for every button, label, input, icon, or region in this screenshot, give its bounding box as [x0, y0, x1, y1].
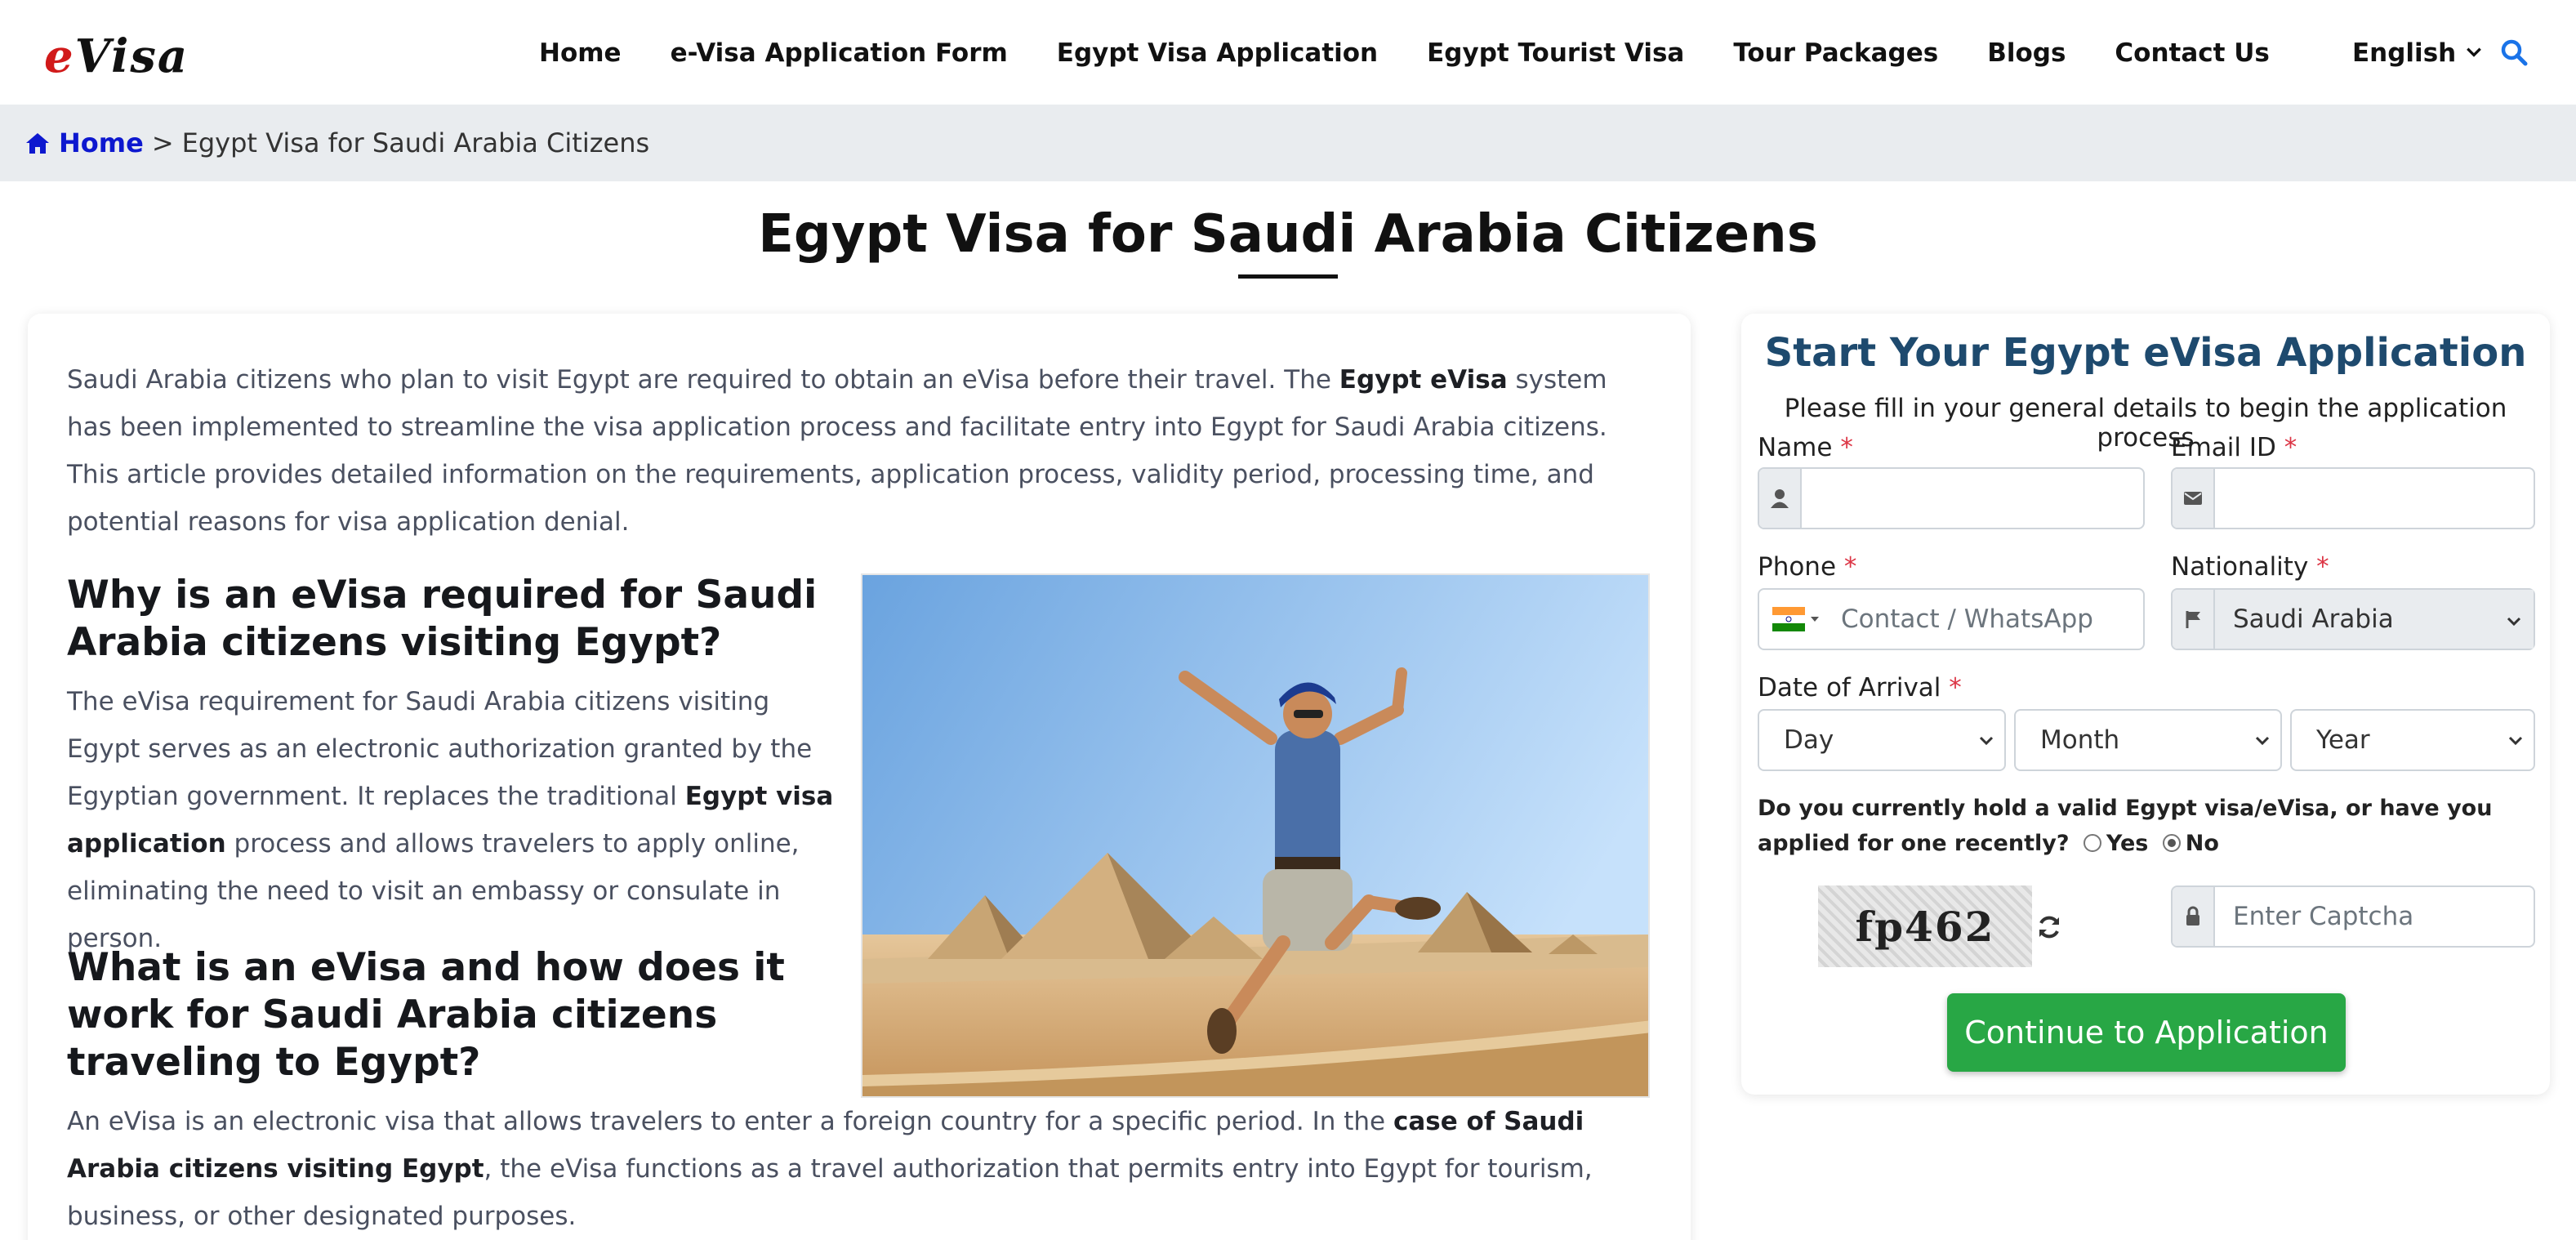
arrival-label: Date of Arrival *: [1758, 673, 1962, 703]
search-icon[interactable]: [2499, 38, 2529, 67]
chevron-down-icon: [2508, 736, 2523, 746]
breadcrumb-home[interactable]: Home: [25, 127, 144, 158]
chevron-down-icon: [2255, 736, 2270, 746]
nav-home[interactable]: Home: [515, 33, 646, 74]
phone-placeholder: Contact / WhatsApp: [1841, 604, 2093, 634]
existing-visa-question: Do you currently hold a valid Egypt visa…: [1758, 796, 2493, 856]
article-card: Saudi Arabia citizens who plan to visit …: [28, 314, 1691, 1240]
nationality-label: Nationality *: [2171, 552, 2329, 582]
name-label: Name *: [1758, 433, 1853, 462]
chevron-down-icon[interactable]: [2465, 42, 2483, 60]
captcha-placeholder: Enter Captcha: [2233, 902, 2414, 931]
breadcrumb: Home > Egypt Visa for Saudi Arabia Citiz…: [0, 105, 2576, 181]
caret-down-icon: [1811, 617, 1819, 622]
captcha-image: fp462: [1818, 885, 2032, 967]
main-nav: Home e-Visa Application Form Egypt Visa …: [515, 33, 2294, 74]
lock-icon: [2173, 887, 2215, 946]
nav-visa-application[interactable]: Egypt Visa Application: [1032, 33, 1402, 74]
radio-no-label[interactable]: No: [2186, 831, 2219, 856]
envelope-icon: [2173, 469, 2215, 528]
country-code-selector[interactable]: [1759, 590, 1833, 649]
page-title: Egypt Visa for Saudi Arabia Citizens: [758, 204, 1818, 265]
top-navbar: eVisa Home e-Visa Application Form Egypt…: [0, 0, 2576, 105]
captcha-input[interactable]: Enter Captcha: [2171, 885, 2535, 948]
phone-field[interactable]: Contact / WhatsApp: [1758, 588, 2145, 650]
name-field[interactable]: [1758, 467, 2145, 529]
home-icon: [26, 133, 49, 154]
radio-yes-label[interactable]: Yes: [2106, 831, 2148, 856]
nationality-value: Saudi Arabia: [2215, 590, 2534, 649]
site-logo[interactable]: eVisa: [44, 29, 187, 83]
nav-blogs[interactable]: Blogs: [1963, 33, 2090, 74]
breadcrumb-current: Egypt Visa for Saudi Arabia Citizens: [181, 127, 650, 158]
form-title: Start Your Egypt eVisa Application: [1764, 330, 2527, 376]
flag-icon: [2173, 590, 2215, 649]
heading-why-evisa: Why is an eVisa required for Saudi Arabi…: [67, 573, 818, 665]
breadcrumb-separator: >: [151, 127, 174, 158]
continue-button[interactable]: Continue to Application: [1947, 993, 2346, 1072]
what-is-evisa-paragraph: An eVisa is an electronic visa that allo…: [67, 1107, 1593, 1231]
chevron-down-icon: [2507, 617, 2521, 627]
language-selector[interactable]: English: [2352, 33, 2456, 74]
nav-evisa-form[interactable]: e-Visa Application Form: [646, 33, 1032, 74]
nav-contact[interactable]: Contact Us: [2090, 33, 2293, 74]
nationality-select[interactable]: Saudi Arabia: [2171, 588, 2535, 650]
nav-tour-packages[interactable]: Tour Packages: [1709, 33, 1963, 74]
arrival-month-select[interactable]: Month: [2014, 709, 2282, 771]
arrival-year-select[interactable]: Year: [2290, 709, 2535, 771]
nav-tourist-visa[interactable]: Egypt Tourist Visa: [1402, 33, 1709, 74]
why-evisa-paragraph: The eVisa requirement for Saudi Arabia c…: [67, 687, 834, 953]
title-underline: [1238, 274, 1338, 279]
heading-what-is-evisa: What is an eVisa and how does it work fo…: [67, 945, 785, 1085]
india-flag-icon: [1772, 607, 1805, 631]
intro-paragraph: Saudi Arabia citizens who plan to visit …: [67, 365, 1607, 537]
evisa-form-card: Start Your Egypt eVisa Application Pleas…: [1741, 314, 2550, 1095]
email-field[interactable]: [2171, 467, 2535, 529]
form-subtitle: Please fill in your general details to b…: [1784, 394, 2507, 453]
radio-yes[interactable]: [2083, 834, 2101, 852]
arrival-day-select[interactable]: Day: [1758, 709, 2006, 771]
refresh-icon[interactable]: [2035, 913, 2063, 941]
pyramids-traveler-photo: [861, 573, 1650, 1098]
chevron-down-icon: [1979, 736, 1994, 746]
radio-no[interactable]: [2162, 834, 2181, 852]
email-label: Email ID *: [2171, 433, 2297, 462]
phone-label: Phone *: [1758, 552, 1857, 582]
user-icon: [1759, 469, 1802, 528]
